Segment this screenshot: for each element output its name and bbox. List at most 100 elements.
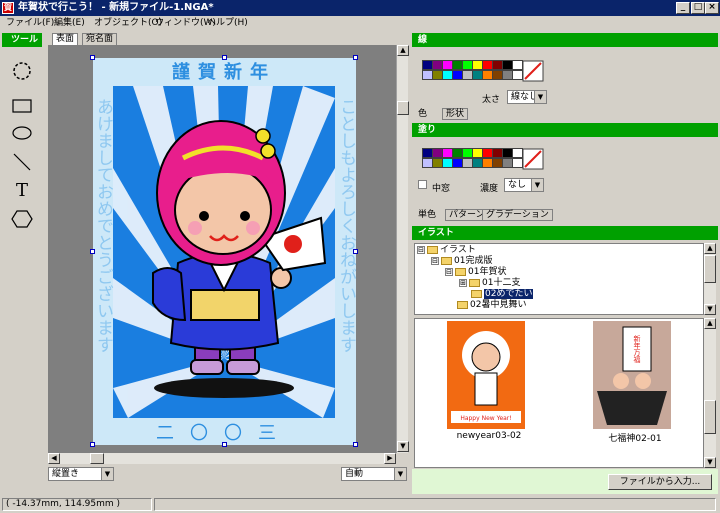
- treasure-ship-image: 新年万福: [597, 326, 667, 425]
- tree-item-medetai[interactable]: 02めでたい: [471, 289, 534, 300]
- ellipse-icon: [12, 126, 32, 140]
- tab-solid[interactable]: 単色: [414, 209, 441, 221]
- ellipse-tool-button[interactable]: [8, 120, 36, 146]
- line-width-label: 太さ: [482, 95, 501, 105]
- menu-bar: ファイル(F) 編集(E) オブジェクト(O) ウィンドウ(W) ヘルプ(H): [0, 16, 720, 32]
- selection-handle[interactable]: [353, 442, 358, 447]
- folder-icon: [471, 289, 482, 298]
- tab-address[interactable]: 宛名面: [82, 33, 118, 45]
- scroll-down-button[interactable]: ▼: [704, 457, 716, 468]
- no-color-swatch[interactable]: [522, 60, 544, 82]
- menu-file[interactable]: ファイル(F): [6, 16, 54, 31]
- hexagon-icon: [11, 210, 33, 228]
- selection-handle[interactable]: [90, 55, 95, 60]
- chevron-down-icon: ▼: [394, 468, 406, 480]
- card-right-text: ことしもよろしくおねがいします: [336, 98, 356, 353]
- no-fill-swatch[interactable]: [522, 148, 544, 170]
- newyear-character-image: Happy New Year!: [451, 331, 521, 423]
- scroll-up-button[interactable]: ▲: [704, 243, 716, 254]
- menu-help[interactable]: ヘルプ(H): [207, 16, 248, 31]
- thumbnail-caption: 七福神02-01: [608, 434, 662, 444]
- tree-scrollbar[interactable]: ▲ ▼: [704, 243, 716, 315]
- menu-edit[interactable]: 編集(E): [54, 16, 85, 31]
- toolbox: T: [2, 48, 42, 496]
- thumbnail-newyear[interactable]: Happy New Year!: [447, 321, 525, 429]
- card-heading: 謹賀新年: [172, 61, 276, 83]
- density-select[interactable]: なし ▼: [504, 178, 544, 192]
- orientation-select[interactable]: 縦置き ▼: [48, 467, 114, 481]
- menu-object[interactable]: オブジェクト(O): [94, 16, 162, 31]
- illust-thumbnails[interactable]: Happy New Year! newyear03-02 新年万福 七福神02-…: [414, 318, 704, 468]
- hollow-label: 中窓: [432, 184, 451, 194]
- folder-icon: [469, 278, 480, 287]
- tab-gradation[interactable]: グラデーション: [482, 209, 553, 221]
- folder-icon: [427, 245, 438, 254]
- scroll-down-button[interactable]: ▼: [397, 441, 409, 452]
- collapse-icon[interactable]: ⊟: [445, 267, 453, 276]
- collapse-icon[interactable]: ⊟: [417, 245, 425, 254]
- toolbox-header: ツール: [2, 33, 42, 47]
- line-width-select[interactable]: 線なし ▼: [507, 90, 547, 104]
- collapse-icon[interactable]: ⊟: [431, 256, 439, 265]
- polygon-tool-button[interactable]: [8, 206, 36, 232]
- scroll-right-button[interactable]: ▶: [384, 453, 396, 464]
- selection-handle[interactable]: [353, 55, 358, 60]
- zoom-value: 自動: [345, 469, 364, 479]
- selection-handle[interactable]: [222, 55, 227, 60]
- postcard[interactable]: 謹賀新年 二〇〇三 あけましておめでとうございます ことしもよろしくおねがいしま…: [90, 55, 358, 447]
- selection-handle[interactable]: [90, 442, 95, 447]
- canvas-horizontal-scrollbar[interactable]: ◀ ▶: [48, 453, 396, 464]
- tree-item-root[interactable]: ⊟ イラスト: [417, 245, 476, 256]
- card-left-text: あけましておめでとうございます: [93, 98, 113, 353]
- chevron-down-icon: ▼: [531, 179, 543, 191]
- thumbnail-caption: newyear03-02: [456, 431, 522, 441]
- thumbnail-shichifukujin[interactable]: 新年万福: [593, 321, 671, 429]
- line-tool-button[interactable]: [8, 149, 36, 175]
- close-button[interactable]: ×: [705, 2, 719, 14]
- tree-item-zodiac[interactable]: ⊞ 01十二支: [459, 278, 520, 289]
- thumbnails-scrollbar[interactable]: ▲ ▼: [704, 318, 716, 468]
- text-tool-button[interactable]: T: [8, 178, 36, 204]
- illust-panel-header: イラスト: [412, 226, 718, 240]
- selection-handle[interactable]: [222, 442, 227, 447]
- expand-icon[interactable]: ⊞: [459, 278, 467, 287]
- tree-item-summer[interactable]: 02暑中見舞い: [457, 300, 526, 311]
- line-panel: 太さ 線なし ▼ 色 形状: [412, 48, 718, 120]
- side-tabs: 表面 宛名面: [48, 33, 408, 45]
- scroll-up-button[interactable]: ▲: [704, 318, 716, 329]
- tree-item-newyear[interactable]: ⊟ 01年賀状: [445, 267, 506, 278]
- scroll-thumb[interactable]: [397, 101, 409, 115]
- fill-panel: 中窓 濃度 なし ▼ 単色 パターン グラデーション: [412, 138, 718, 222]
- density-value: なし: [508, 180, 527, 190]
- zoom-select[interactable]: 自動 ▼: [341, 467, 407, 481]
- canvas-vertical-scrollbar[interactable]: ▲ ▼: [396, 45, 409, 453]
- tab-line-shape[interactable]: 形状: [442, 108, 469, 120]
- tree-item-complete[interactable]: ⊟ 01完成版: [431, 256, 492, 267]
- scroll-thumb[interactable]: [704, 400, 716, 434]
- status-coordinates: ( -14.37mm, 114.95mm ): [2, 498, 152, 511]
- title-bar: 賀 年賀状で行こう！ - 新規ファイル-1.NGA* _ □ ×: [0, 0, 720, 16]
- illust-tree[interactable]: ⊟ イラスト ⊟ 01完成版 ⊟ 01年賀状 ⊞ 01十二支 02めでたい 02暑中見舞…: [414, 243, 704, 315]
- selection-handle[interactable]: [353, 249, 358, 254]
- scroll-thumb[interactable]: [704, 255, 716, 283]
- scroll-up-button[interactable]: ▲: [397, 45, 409, 56]
- app-icon: 賀: [2, 2, 14, 14]
- folder-icon: [441, 256, 452, 265]
- selection-handle[interactable]: [90, 249, 95, 254]
- canvas-area[interactable]: 謹賀新年 二〇〇三 あけましておめでとうございます ことしもよろしくおねがいしま…: [48, 45, 396, 453]
- fill-panel-header: 塗り: [412, 123, 718, 137]
- line-panel-header: 線: [412, 33, 718, 47]
- maximize-button[interactable]: □: [691, 2, 705, 14]
- scroll-thumb[interactable]: [90, 453, 104, 464]
- status-pane: [154, 498, 716, 511]
- scroll-down-button[interactable]: ▼: [704, 304, 716, 315]
- thumbnail-banner: 新年万福: [633, 334, 641, 364]
- tab-line-color[interactable]: 色: [414, 108, 432, 120]
- minimize-button[interactable]: _: [676, 2, 690, 14]
- import-from-file-button[interactable]: ファイルから入力...: [608, 474, 712, 490]
- scroll-left-button[interactable]: ◀: [48, 453, 60, 464]
- rectangle-tool-button[interactable]: [8, 93, 36, 119]
- tab-front[interactable]: 表面: [52, 33, 79, 45]
- lasso-tool-button[interactable]: [8, 58, 36, 84]
- hollow-checkbox[interactable]: [418, 180, 427, 189]
